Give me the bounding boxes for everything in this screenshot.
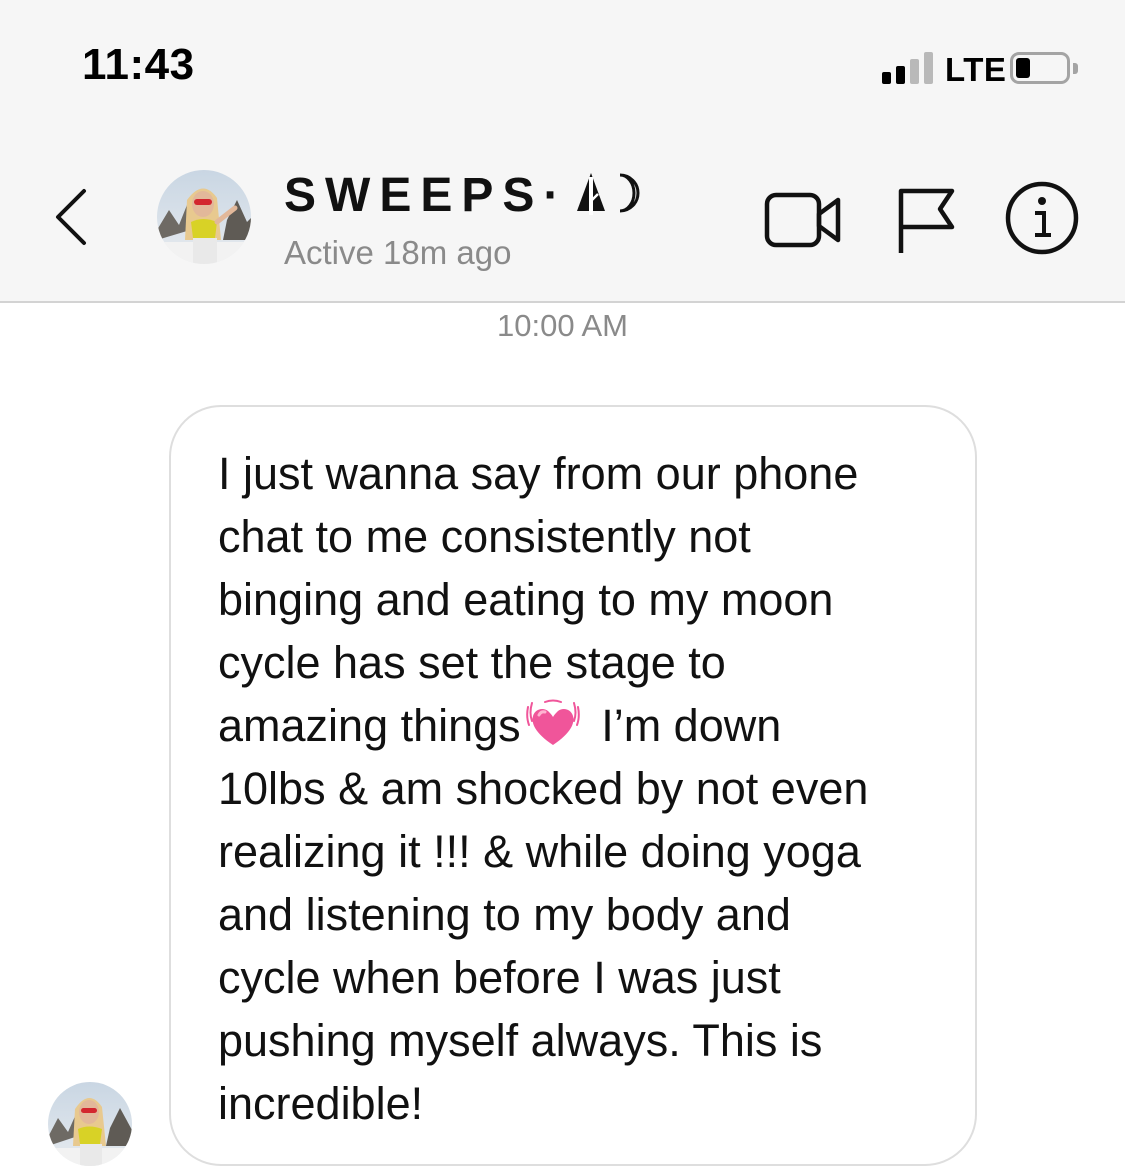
status-time: 11:43 <box>82 40 195 89</box>
message-timestamp: 10:00 AM <box>497 308 628 343</box>
info-icon[interactable] <box>1004 180 1080 256</box>
sender-avatar[interactable] <box>48 1082 132 1166</box>
growing-heart-icon <box>525 699 580 745</box>
battery-icon <box>1010 52 1070 84</box>
chat-header: SWEEPS· Active 18m ago <box>0 130 1125 303</box>
status-bar: 11:43 LTE <box>0 0 1125 130</box>
dm-conversation-screen: 11:43 LTE SWEEPS· Active 18m ago 10:00 A… <box>0 0 1125 1175</box>
moon-icon <box>620 173 640 213</box>
contact-active-status: Active 18m ago <box>284 234 512 271</box>
contact-name-text: SWEEPS· <box>284 169 569 222</box>
flag-icon[interactable] <box>896 185 956 255</box>
contact-avatar[interactable] <box>157 170 251 264</box>
chevron-left-icon[interactable] <box>48 185 96 249</box>
tree-icon <box>577 173 606 215</box>
message-bubble[interactable]: I just wanna say from our phone chat to … <box>169 405 977 1166</box>
video-camera-icon[interactable] <box>764 190 842 250</box>
network-type: LTE <box>945 51 1007 88</box>
message-text-part-2: I’m down 10lbs & am shocked by not even … <box>218 700 869 1129</box>
cellular-signal-icon <box>882 52 938 84</box>
contact-name[interactable]: SWEEPS· <box>284 168 642 223</box>
message-text: I just wanna say from our phone chat to … <box>218 442 948 1135</box>
